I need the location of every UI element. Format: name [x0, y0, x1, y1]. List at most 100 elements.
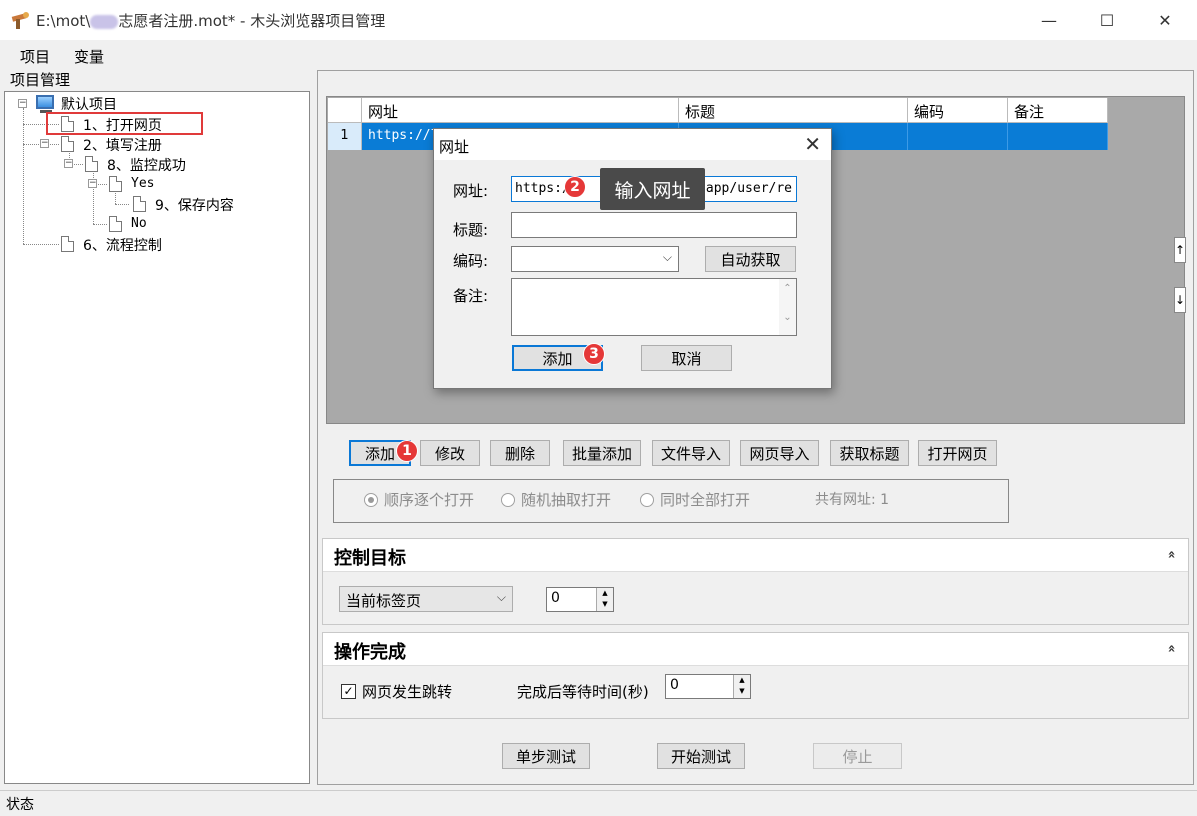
tooltip: 输入网址	[600, 168, 705, 210]
url-label: 网址:	[453, 182, 489, 200]
tree-item-monitor-success[interactable]: 8、监控成功	[107, 155, 186, 175]
app-icon	[10, 9, 32, 31]
radio-sequential-label: 顺序逐个打开	[384, 491, 475, 509]
radio-all[interactable]: 同时全部打开	[640, 489, 750, 510]
radio-all-label: 同时全部打开	[660, 491, 751, 509]
collapse-icon[interactable]: »	[1164, 550, 1179, 558]
move-up-icon[interactable]: ↑	[1174, 237, 1186, 263]
open-page-button[interactable]: 打开网页	[918, 440, 997, 466]
stop-button[interactable]: 停止	[813, 743, 902, 769]
radio-selected-icon	[364, 492, 378, 507]
tree-item-yes[interactable]: Yes	[131, 176, 154, 191]
maximize-button[interactable]: ☐	[1084, 0, 1130, 40]
auto-fetch-button[interactable]: 自动获取	[705, 246, 796, 272]
chevron-down-icon: ⌵	[496, 590, 506, 604]
wait-time-stepper[interactable]: 0 ▲ ▼	[665, 674, 751, 699]
file-import-button[interactable]: 文件导入	[652, 440, 730, 466]
tab-select[interactable]: 当前标签页 ⌵	[339, 586, 513, 612]
control-target-title: 控制目标	[334, 548, 406, 569]
url-count: 共有网址: 1	[815, 492, 890, 508]
row-number[interactable]: 1	[328, 123, 362, 150]
tab-index-value: 0	[551, 590, 560, 606]
step-badge-3: 3	[583, 343, 605, 365]
document-icon	[109, 216, 122, 232]
radio-icon	[501, 492, 515, 507]
encoding-label: 编码:	[453, 252, 489, 270]
wait-time-label: 完成后等待时间(秒)	[517, 683, 649, 701]
tree-item-no[interactable]: No	[131, 216, 147, 231]
control-target-header[interactable]: 控制目标 »	[323, 539, 1188, 572]
title-label: 标题:	[453, 221, 489, 239]
computer-icon	[36, 95, 54, 113]
menu-bar	[0, 40, 1197, 68]
expand-item-icon[interactable]: −	[64, 159, 73, 168]
tab-select-value: 当前标签页	[346, 592, 422, 610]
close-button[interactable]: ✕	[1142, 0, 1188, 40]
window-title-suffix: 志愿者注册.mot* - 木头浏览器项目管理	[118, 12, 386, 30]
fetch-title-button[interactable]: 获取标题	[830, 440, 909, 466]
redacted-blur	[90, 14, 119, 29]
tree-item-flow-control[interactable]: 6、流程控制	[83, 235, 162, 255]
document-icon	[109, 176, 122, 192]
column-header-encoding[interactable]: 编码	[908, 98, 1008, 123]
document-icon	[61, 236, 74, 252]
tree-header: 项目管理	[10, 71, 71, 89]
move-down-icon[interactable]: ↓	[1174, 287, 1186, 313]
page-jump-checkbox[interactable]: ✓	[341, 684, 356, 699]
web-import-button[interactable]: 网页导入	[740, 440, 819, 466]
menu-variable[interactable]: 变量	[74, 46, 104, 67]
project-tree[interactable]: − 默认项目 1、打开网页 − 2、填写注册 − 8、监控成功 − Yes 9、…	[4, 91, 310, 784]
note-label: 备注:	[453, 287, 489, 305]
stepper-arrows-icon[interactable]: ▲ ▼	[733, 675, 750, 698]
tree-item-fill-register[interactable]: 2、填写注册	[83, 135, 162, 155]
radio-sequential[interactable]: 顺序逐个打开	[364, 489, 474, 510]
dialog-title-bar	[434, 129, 831, 160]
window-title-prefix: E:\mot\	[36, 12, 91, 30]
tree-item-save-content[interactable]: 9、保存内容	[155, 195, 234, 215]
title-input[interactable]	[511, 212, 797, 238]
minimize-button[interactable]: —	[1026, 0, 1072, 40]
batch-add-button[interactable]: 批量添加	[563, 440, 641, 466]
collapse-icon[interactable]: »	[1164, 644, 1179, 652]
step-badge-1: 1	[396, 440, 418, 462]
radio-random-label: 随机抽取打开	[521, 491, 612, 509]
column-header-url[interactable]: 网址	[362, 98, 679, 123]
scrollbar[interactable]: ⌃ ⌄	[779, 279, 796, 335]
window-title: E:\mot\ 志愿者注册.mot* - 木头浏览器项目管理	[36, 10, 385, 31]
grid-corner	[328, 98, 362, 123]
encoding-select[interactable]: ⌵	[511, 246, 679, 272]
dialog-cancel-button[interactable]: 取消	[641, 345, 732, 371]
document-icon	[85, 156, 98, 172]
step-badge-2: 2	[564, 176, 586, 198]
expand-root-icon[interactable]: −	[18, 99, 27, 108]
tab-index-stepper[interactable]: 0 ▲ ▼	[546, 587, 614, 612]
edit-button[interactable]: 修改	[420, 440, 480, 466]
menu-project[interactable]: 项目	[20, 46, 50, 67]
document-icon	[133, 196, 146, 212]
grid-cell-note[interactable]	[1008, 123, 1108, 150]
dialog-close-icon[interactable]: ✕	[804, 132, 821, 156]
radio-random[interactable]: 随机抽取打开	[501, 489, 611, 510]
document-icon	[61, 136, 74, 152]
radio-icon	[640, 492, 654, 507]
wait-time-value: 0	[670, 677, 679, 693]
tree-root[interactable]: 默认项目	[61, 94, 117, 114]
column-header-title[interactable]: 标题	[679, 98, 908, 123]
status-label: 状态	[6, 797, 34, 813]
expand-item-icon[interactable]: −	[40, 139, 49, 148]
dialog-title: 网址	[439, 138, 470, 156]
page-jump-label: 网页发生跳转	[362, 683, 453, 701]
operation-done-header[interactable]: 操作完成 »	[323, 633, 1188, 666]
note-textarea[interactable]: ⌃ ⌄	[511, 278, 797, 336]
operation-done-title: 操作完成	[334, 642, 406, 663]
expand-item-icon[interactable]: −	[88, 179, 97, 188]
highlight-box	[46, 112, 203, 135]
operation-done-section: 操作完成 »	[322, 632, 1189, 719]
delete-button[interactable]: 删除	[490, 440, 550, 466]
step-test-button[interactable]: 单步测试	[502, 743, 590, 769]
grid-cell-encoding[interactable]	[908, 123, 1008, 150]
chevron-down-icon: ⌵	[662, 250, 672, 264]
stepper-arrows-icon[interactable]: ▲ ▼	[596, 588, 613, 611]
start-test-button[interactable]: 开始测试	[657, 743, 745, 769]
column-header-note[interactable]: 备注	[1008, 98, 1108, 123]
